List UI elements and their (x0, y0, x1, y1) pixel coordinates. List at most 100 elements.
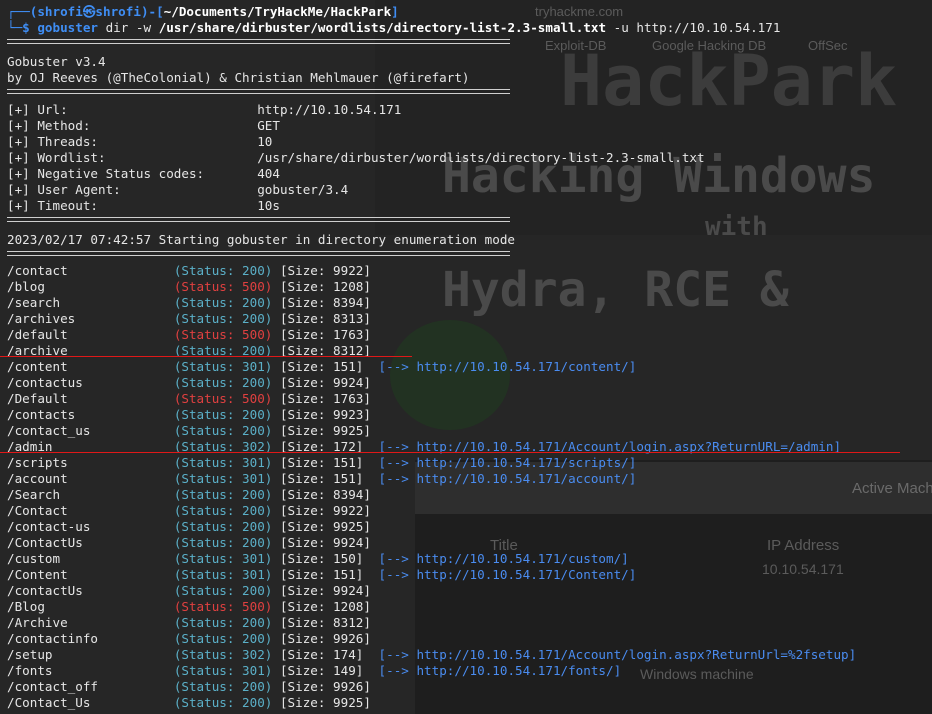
result-redirect-link[interactable]: [--> http://10.10.54.171/custom/] (371, 551, 629, 566)
result-path: /contactUs (7, 583, 174, 598)
result-status: (Status: 200) (173, 487, 273, 502)
result-size: [Size: 9925] (272, 695, 371, 710)
result-status: (Status: 200) (173, 535, 273, 550)
result-status: (Status: 301) (173, 663, 273, 678)
result-redirect-link[interactable]: [--> http://10.10.54.171/content/] (371, 359, 637, 374)
result-row: /contact (Status: 200) [Size: 9922] (7, 263, 371, 279)
result-row: /Contact (Status: 200) [Size: 9922] (7, 503, 371, 519)
result-status: (Status: 500) (173, 279, 273, 294)
config-value: gobuster/3.4 (257, 182, 349, 197)
result-redirect-link[interactable]: [--> http://10.10.54.171/Content/] (371, 567, 637, 582)
config-key: [+] Threads: (7, 134, 258, 149)
result-size: [Size: 150] (272, 551, 371, 566)
banner-authors: by OJ Reeves (@TheColonial) & Christian … (7, 70, 470, 85)
result-row: /default (Status: 500) [Size: 1763] (7, 327, 371, 343)
config-key: [+] Method: (7, 118, 258, 133)
prompt-arrow: └─$ (7, 20, 38, 35)
config-key: [+] Negative Status codes: (7, 166, 258, 181)
config-row: [+] Timeout: 10s (7, 198, 280, 214)
result-size: [Size: 151] (272, 455, 371, 470)
result-size: [Size: 9925] (272, 423, 371, 438)
result-status: (Status: 200) (173, 407, 273, 422)
result-path: /default (7, 327, 174, 342)
result-row: /contactUs (Status: 200) [Size: 9924] (7, 583, 371, 599)
result-row: /Default (Status: 500) [Size: 1763] (7, 391, 371, 407)
result-size: [Size: 8394] (272, 487, 371, 502)
result-status: (Status: 301) (173, 471, 273, 486)
result-status: (Status: 200) (173, 311, 273, 326)
result-status: (Status: 200) (173, 423, 273, 438)
config-key: [+] Timeout: (7, 198, 258, 213)
result-path: /setup (7, 647, 174, 662)
config-row: [+] Wordlist: /usr/share/dirbuster/wordl… (7, 150, 705, 166)
result-row: /contactus (Status: 200) [Size: 9924] (7, 375, 371, 391)
result-path: /content (7, 359, 174, 374)
result-status: (Status: 200) (173, 615, 273, 630)
result-size: [Size: 9923] (272, 407, 371, 422)
command-line: └─$ gobuster dir -w /usr/share/dirbuster… (7, 20, 780, 36)
config-key: [+] Wordlist: (7, 150, 258, 165)
result-row: /Content (Status: 301) [Size: 151] [--> … (7, 567, 636, 583)
result-path: /contact_us (7, 423, 174, 438)
separator-rule (7, 251, 510, 256)
result-status: (Status: 302) (173, 647, 273, 662)
config-row: [+] Method: GET (7, 118, 280, 134)
config-row: [+] Negative Status codes: 404 (7, 166, 280, 182)
result-path: /contact (7, 263, 174, 278)
result-status: (Status: 500) (173, 327, 273, 342)
result-row: /Blog (Status: 500) [Size: 1208] (7, 599, 371, 615)
result-redirect-link[interactable]: [--> http://10.10.54.171/account/] (371, 471, 637, 486)
result-redirect-link[interactable]: [--> http://10.10.54.171/Account/login.a… (371, 647, 857, 662)
result-path: /Contact_Us (7, 695, 174, 710)
result-status: (Status: 200) (173, 583, 273, 598)
result-row: /contact_off (Status: 200) [Size: 9926] (7, 679, 371, 695)
result-size: [Size: 151] (272, 359, 371, 374)
command-url: -u http://10.10.54.171 (606, 20, 781, 35)
config-key: [+] Url: (7, 102, 258, 117)
result-path: /contacts (7, 407, 174, 422)
result-status: (Status: 301) (173, 567, 273, 582)
result-row: /setup (Status: 302) [Size: 174] [--> ht… (7, 647, 856, 663)
result-status: (Status: 200) (173, 695, 273, 710)
result-size: [Size: 9924] (272, 583, 371, 598)
result-row: /search (Status: 200) [Size: 8394] (7, 295, 371, 311)
result-status: (Status: 500) (173, 599, 273, 614)
result-size: [Size: 9922] (272, 263, 371, 278)
result-row: /blog (Status: 500) [Size: 1208] (7, 279, 371, 295)
result-size: [Size: 8394] (272, 295, 371, 310)
result-status: (Status: 200) (173, 519, 273, 534)
result-status: (Status: 200) (173, 631, 273, 646)
result-row: /contact-us (Status: 200) [Size: 9925] (7, 519, 371, 535)
result-size: [Size: 8312] (272, 615, 371, 630)
result-size: [Size: 151] (272, 471, 371, 486)
result-path: /Archive (7, 615, 174, 630)
result-path: /Content (7, 567, 174, 582)
start-message: 2023/02/17 07:42:57 Starting gobuster in… (7, 232, 515, 247)
command-wordlist: /usr/share/dirbuster/wordlists/directory… (158, 20, 607, 35)
result-redirect-link[interactable]: [--> http://10.10.54.171/fonts/] (371, 663, 622, 678)
result-row: /fonts (Status: 301) [Size: 149] [--> ht… (7, 663, 621, 679)
result-row: /Archive (Status: 200) [Size: 8312] (7, 615, 371, 631)
result-size: [Size: 9925] (272, 519, 371, 534)
config-value: /usr/share/dirbuster/wordlists/directory… (257, 150, 705, 165)
prompt-mid: )-[ (140, 4, 164, 19)
result-size: [Size: 8313] (272, 311, 371, 326)
result-status: (Status: 500) (173, 391, 273, 406)
config-row: [+] Url: http://10.10.54.171 (7, 102, 401, 118)
result-path: /archives (7, 311, 174, 326)
prompt-open: ┌──( (7, 4, 38, 19)
result-status: (Status: 200) (173, 263, 273, 278)
highlight-underline-admin (0, 452, 900, 453)
result-path: /contact-us (7, 519, 174, 534)
result-row: /Contact_Us (Status: 200) [Size: 9925] (7, 695, 371, 711)
prompt-close: ] (391, 4, 399, 19)
config-value: http://10.10.54.171 (257, 102, 402, 117)
result-path: /contact_off (7, 679, 174, 694)
result-status: (Status: 200) (173, 375, 273, 390)
result-path: /ContactUs (7, 535, 174, 550)
result-size: [Size: 174] (272, 647, 371, 662)
result-path: /scripts (7, 455, 174, 470)
result-redirect-link[interactable]: [--> http://10.10.54.171/scripts/] (371, 455, 637, 470)
result-row: /ContactUs (Status: 200) [Size: 9924] (7, 535, 371, 551)
result-size: [Size: 1763] (272, 327, 371, 342)
